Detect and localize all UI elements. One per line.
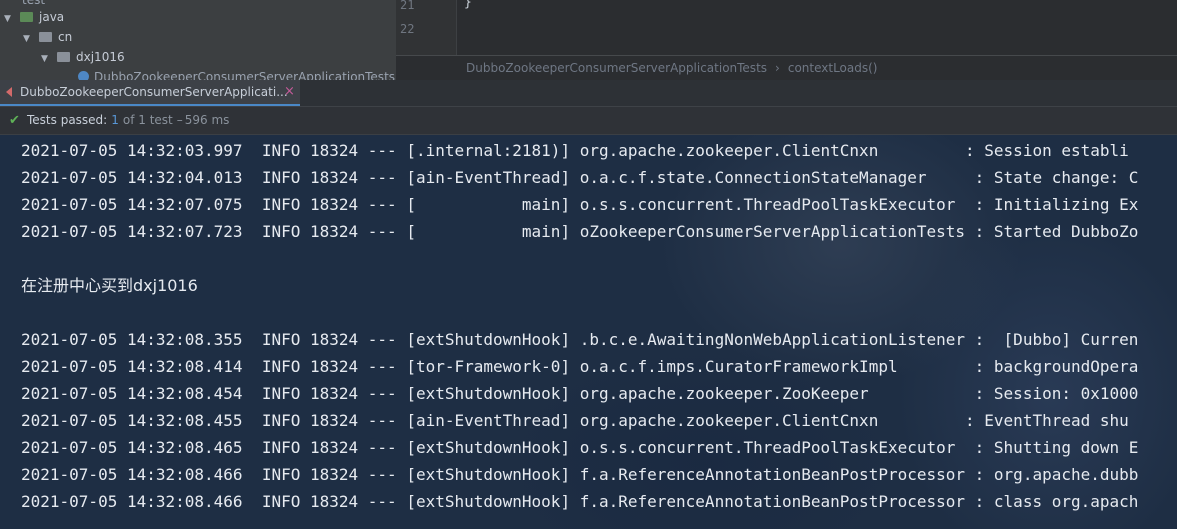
line-number: 21 [400, 0, 415, 12]
class-icon [78, 71, 89, 80]
run-tool-window-tabs: DubboZookeeperConsumerServerApplicati...… [0, 80, 1177, 107]
check-icon: ✔ [9, 113, 20, 128]
test-duration: 596 ms [184, 113, 230, 127]
status-dash: – [176, 113, 183, 127]
breadcrumb-class[interactable]: DubboZookeeperConsumerServerApplicationT… [466, 61, 767, 75]
chevron-down-icon[interactable]: ▼ [41, 50, 51, 68]
tree-item-label: cn [58, 30, 73, 44]
tree-item-cn[interactable]: ▼ cn [23, 28, 72, 46]
code-line[interactable]: } [464, 0, 472, 12]
tree-item-label: test [22, 0, 46, 7]
tab-run-configuration[interactable]: DubboZookeeperConsumerServerApplicati...… [0, 80, 300, 106]
breadcrumb-separator: › [775, 61, 780, 75]
tree-item-label: dxj1016 [76, 50, 125, 64]
log-line: 2021-07-05 14:32:08.454 INFO 18324 --- [… [21, 384, 1139, 403]
log-line: 2021-07-05 14:32:08.355 INFO 18324 --- [… [21, 330, 1139, 349]
log-line: 2021-07-05 14:32:08.414 INFO 18324 --- [… [21, 357, 1139, 376]
code-editor[interactable]: 21 22 } DubboZookeeperConsumerServerAppl… [396, 0, 1177, 80]
log-line: 2021-07-05 14:32:08.466 INFO 18324 --- [… [21, 465, 1139, 484]
tree-item-dxj1016[interactable]: ▼ dxj1016 [41, 48, 125, 66]
folder-icon [20, 12, 33, 22]
total-tests: of 1 test [122, 113, 173, 127]
log-line: 2021-07-05 14:32:07.723 INFO 18324 --- [… [21, 222, 1139, 241]
run-config-icon [6, 87, 12, 97]
line-number-gutter: 21 22 [396, 0, 457, 55]
tree-item-java[interactable]: ▼ java [4, 8, 64, 26]
log-line: 2021-07-05 14:32:08.465 INFO 18324 --- [… [21, 438, 1139, 457]
tests-passed-label: Tests passed: [27, 113, 108, 127]
tab-label: DubboZookeeperConsumerServerApplicati... [20, 85, 288, 99]
passed-count: 1 [111, 113, 119, 127]
tree-item-label: java [39, 10, 65, 24]
chevron-down-icon[interactable]: ▼ [23, 30, 33, 48]
tree-item-test-class[interactable]: DubboZookeeperConsumerServerApplicationT… [78, 68, 395, 80]
log-line: 2021-07-05 14:32:07.075 INFO 18324 --- [… [21, 195, 1139, 214]
line-number: 22 [400, 22, 415, 36]
console-output[interactable]: 2021-07-05 14:32:03.997 INFO 18324 --- [… [0, 135, 1177, 529]
test-status-bar: ✔ Tests passed: 1 of 1 test –596 ms [0, 107, 1177, 135]
log-line: 2021-07-05 14:32:04.013 INFO 18324 --- [… [21, 168, 1139, 187]
close-icon[interactable]: × [284, 80, 295, 104]
tree-item-label: DubboZookeeperConsumerServerApplicationT… [94, 70, 396, 80]
log-line: 2021-07-05 14:32:08.455 INFO 18324 --- [… [21, 411, 1129, 430]
test-status-text: Tests passed: 1 of 1 test –596 ms [27, 107, 229, 134]
breadcrumb: DubboZookeeperConsumerServerApplicationT… [396, 55, 1177, 80]
project-tree-panel: test ▼ java ▼ cn ▼ dxj1016 DubboZookeeperCo… [0, 0, 396, 80]
log-line: 2021-07-05 14:32:03.997 INFO 18324 --- [… [21, 141, 1129, 160]
program-output-line: 在注册中心买到dxj1016 [21, 276, 198, 295]
package-icon [57, 52, 70, 62]
chevron-down-icon[interactable]: ▼ [4, 10, 14, 28]
breadcrumb-method[interactable]: contextLoads() [788, 61, 878, 75]
log-line: 2021-07-05 14:32:08.466 INFO 18324 --- [… [21, 492, 1139, 511]
package-icon [39, 32, 52, 42]
